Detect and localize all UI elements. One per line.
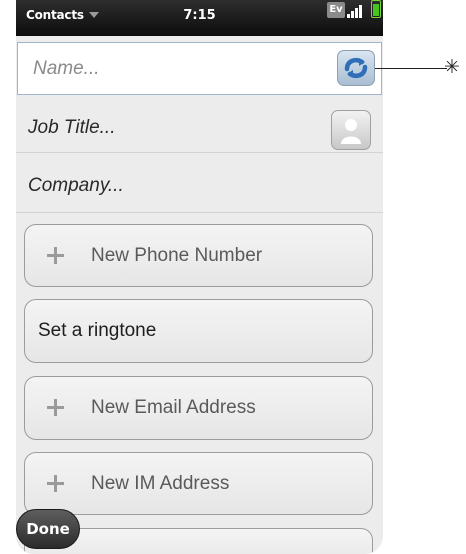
callout-line	[375, 68, 447, 69]
sync-profiles-button[interactable]	[337, 50, 375, 86]
job-title-field[interactable]: Job Title...	[28, 117, 115, 139]
new-im-address-button[interactable]: New IM Address	[24, 452, 373, 515]
set-ringtone-button[interactable]: Set a ringtone	[24, 299, 373, 363]
callout-asterisk-icon: ✳	[444, 57, 460, 78]
status-bar: Contacts 7:15 Ev	[16, 0, 383, 36]
divider	[16, 212, 383, 213]
contact-edit-screen: Contacts 7:15 Ev Job Title...	[16, 0, 383, 554]
contact-photo-button[interactable]	[331, 110, 371, 150]
new-im-address-label: New IM Address	[91, 472, 230, 494]
network-badge: Ev	[327, 2, 345, 18]
set-ringtone-label: Set a ringtone	[38, 320, 157, 341]
plus-icon	[47, 474, 64, 492]
new-phone-number-button[interactable]: New Phone Number	[24, 224, 373, 287]
new-email-address-button[interactable]: New Email Address	[24, 376, 373, 440]
done-button[interactable]: Done	[16, 509, 80, 549]
contact-photo-icon	[341, 119, 361, 144]
company-field[interactable]: Company...	[28, 175, 124, 197]
plus-icon	[47, 399, 64, 416]
name-field-row	[17, 42, 382, 95]
plus-icon	[47, 246, 64, 264]
sync-profiles-icon	[344, 58, 368, 78]
name-input[interactable]	[33, 57, 303, 81]
new-phone-number-label: New Phone Number	[91, 244, 263, 266]
new-email-address-label: New Email Address	[91, 397, 256, 418]
signal-strength-icon	[347, 2, 365, 18]
battery-icon	[371, 0, 381, 18]
divider	[16, 152, 383, 153]
